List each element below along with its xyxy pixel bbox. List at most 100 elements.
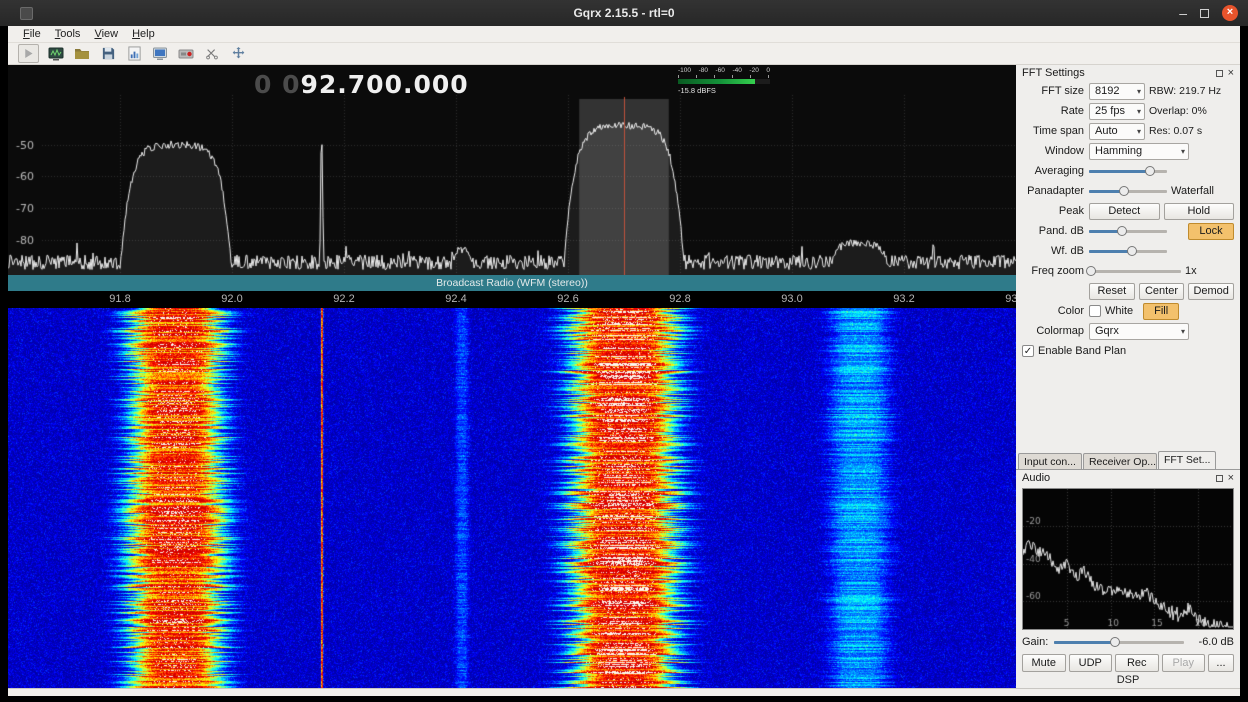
close-icon[interactable]: × bbox=[1222, 5, 1238, 21]
freq-tick-label: 92.6 bbox=[557, 293, 578, 305]
freq-tick-label: 93.2 bbox=[893, 293, 914, 305]
menu-view[interactable]: View bbox=[87, 28, 125, 40]
meter-reading: -15.8 dBFS bbox=[678, 86, 770, 95]
tab-receiver-options[interactable]: Receiver Op... bbox=[1083, 453, 1157, 469]
pand-db-label: Pand. dB bbox=[1022, 225, 1084, 237]
audio-options-button[interactable]: ... bbox=[1208, 654, 1234, 672]
statusbar bbox=[8, 688, 1240, 696]
mute-button[interactable]: Mute bbox=[1022, 654, 1066, 672]
wf-db-slider[interactable] bbox=[1089, 245, 1167, 258]
peak-detect-button[interactable]: Detect bbox=[1089, 203, 1160, 220]
freq-zoom-slider[interactable] bbox=[1089, 265, 1181, 278]
tab-fft-settings[interactable]: FFT Set... bbox=[1158, 451, 1216, 469]
menu-help[interactable]: Help bbox=[125, 28, 162, 40]
monitor-icon bbox=[152, 46, 168, 62]
enable-band-plan-label: Enable Band Plan bbox=[1038, 345, 1126, 357]
window-select[interactable]: Hamming▾ bbox=[1089, 143, 1189, 160]
slider-handle[interactable] bbox=[1119, 186, 1129, 196]
window-label: Window bbox=[1022, 145, 1084, 157]
time-span-label: Time span bbox=[1022, 125, 1084, 137]
freq-zoom-label: Freq zoom bbox=[1022, 265, 1084, 277]
center-button[interactable]: Center bbox=[1139, 283, 1185, 300]
audio-plot-frame bbox=[1022, 488, 1234, 630]
toolbar bbox=[8, 43, 1240, 65]
pand-db-slider[interactable] bbox=[1089, 225, 1167, 238]
io-devices-button[interactable] bbox=[47, 45, 65, 63]
fft-size-select[interactable]: 8192▾ bbox=[1089, 83, 1145, 100]
window-title: Gqrx 2.15.5 - rtl=0 bbox=[0, 6, 1248, 20]
freq-tick-label: 92.4 bbox=[445, 293, 466, 305]
load-settings-button[interactable] bbox=[73, 45, 91, 63]
titlebar: Gqrx 2.15.5 - rtl=0 – × bbox=[0, 0, 1248, 26]
time-span-select[interactable]: Auto▾ bbox=[1089, 123, 1145, 140]
dsp-status-label: DSP bbox=[1016, 674, 1240, 688]
chevron-down-icon: ▾ bbox=[1181, 327, 1185, 336]
fft-settings-header: FFT Settings × bbox=[1016, 65, 1240, 81]
save-waterfall-button[interactable] bbox=[125, 45, 143, 63]
rec-button[interactable]: Rec bbox=[1115, 654, 1159, 672]
panadapter-waterfall-slider[interactable] bbox=[1089, 185, 1167, 198]
frequency-digits[interactable]: 92.700.000 bbox=[301, 70, 469, 99]
slider-handle[interactable] bbox=[1110, 637, 1120, 647]
dock-column: FFT Settings × FFT size 8192▾ RBW: 219.7… bbox=[1016, 65, 1240, 688]
rbw-info: RBW: 219.7 Hz bbox=[1149, 85, 1221, 97]
freq-zoom-value: 1x bbox=[1185, 265, 1197, 277]
save-settings-button[interactable] bbox=[99, 45, 117, 63]
pan-button[interactable] bbox=[229, 45, 247, 63]
disconnect-button[interactable] bbox=[203, 45, 221, 63]
enable-band-plan-checkbox[interactable]: ✓ bbox=[1022, 345, 1034, 357]
waterfall-label: Waterfall bbox=[1171, 185, 1214, 197]
meter-scale: -100-80-60-40-200 bbox=[678, 67, 770, 75]
freq-tick-label: 93.4 bbox=[1005, 293, 1016, 305]
spectrum-plot[interactable] bbox=[8, 65, 1016, 275]
meter-bar bbox=[678, 79, 770, 84]
audio-spectrum-plot bbox=[1023, 489, 1233, 629]
audio-header: Audio × bbox=[1016, 470, 1240, 486]
slider-handle[interactable] bbox=[1117, 226, 1127, 236]
audio-buttons: Mute UDP Rec Play ... bbox=[1016, 652, 1240, 672]
reset-button[interactable]: Reset bbox=[1089, 283, 1135, 300]
color-white-checkbox[interactable] bbox=[1089, 305, 1101, 317]
fft-dock-close-icon[interactable]: × bbox=[1228, 69, 1234, 78]
slider-handle[interactable] bbox=[1086, 266, 1096, 276]
freq-tick-label: 93.0 bbox=[781, 293, 802, 305]
bandplan-bar: Broadcast Radio (WFM (stereo)) bbox=[8, 275, 1016, 291]
udp-button[interactable]: UDP bbox=[1069, 654, 1113, 672]
minimize-icon[interactable]: – bbox=[1179, 8, 1187, 18]
iq-record-button[interactable] bbox=[177, 45, 195, 63]
audio-dock-float-icon[interactable] bbox=[1216, 475, 1223, 482]
frequency-display[interactable]: 0 092.700.000 bbox=[254, 70, 469, 99]
wf-db-label: Wf. dB bbox=[1022, 245, 1084, 257]
move-arrows-icon bbox=[231, 46, 246, 61]
slider-handle[interactable] bbox=[1127, 246, 1137, 256]
averaging-slider[interactable] bbox=[1089, 165, 1167, 178]
slider-handle[interactable] bbox=[1145, 166, 1155, 176]
fft-fill-button[interactable]: Fill bbox=[1143, 303, 1179, 320]
plot-column: 0 092.700.000 -100-80-60-40-200 -15.8 dB… bbox=[8, 65, 1016, 688]
demod-button[interactable]: Demod bbox=[1188, 283, 1234, 300]
tab-input-controls[interactable]: Input con... bbox=[1018, 453, 1082, 469]
maximize-icon[interactable] bbox=[1200, 9, 1209, 18]
folder-icon bbox=[74, 46, 90, 62]
colormap-select[interactable]: Gqrx▾ bbox=[1089, 323, 1189, 340]
menu-tools[interactable]: Tools bbox=[48, 28, 88, 40]
floppy-icon bbox=[101, 46, 116, 61]
audio-dock-close-icon[interactable]: × bbox=[1228, 474, 1234, 483]
overlap-info: Overlap: 0% bbox=[1149, 105, 1207, 117]
menubar: File Tools View Help bbox=[8, 26, 1240, 43]
chevron-down-icon: ▾ bbox=[1137, 107, 1141, 116]
pand-lock-button[interactable]: Lock bbox=[1188, 223, 1234, 240]
meter-ticks bbox=[678, 75, 770, 78]
fft-size-label: FFT size bbox=[1022, 85, 1084, 97]
start-dsp-button[interactable] bbox=[18, 44, 39, 63]
menu-file[interactable]: File bbox=[16, 28, 48, 40]
io-window-button[interactable] bbox=[151, 45, 169, 63]
gain-label: Gain: bbox=[1022, 636, 1048, 648]
peak-hold-button[interactable]: Hold bbox=[1164, 203, 1235, 220]
fft-dock-float-icon[interactable] bbox=[1216, 70, 1223, 77]
rate-select[interactable]: 25 fps▾ bbox=[1089, 103, 1145, 120]
rate-label: Rate bbox=[1022, 105, 1084, 117]
gain-slider[interactable] bbox=[1054, 636, 1184, 649]
play-button[interactable]: Play bbox=[1162, 654, 1206, 672]
waterfall[interactable] bbox=[8, 308, 1016, 688]
